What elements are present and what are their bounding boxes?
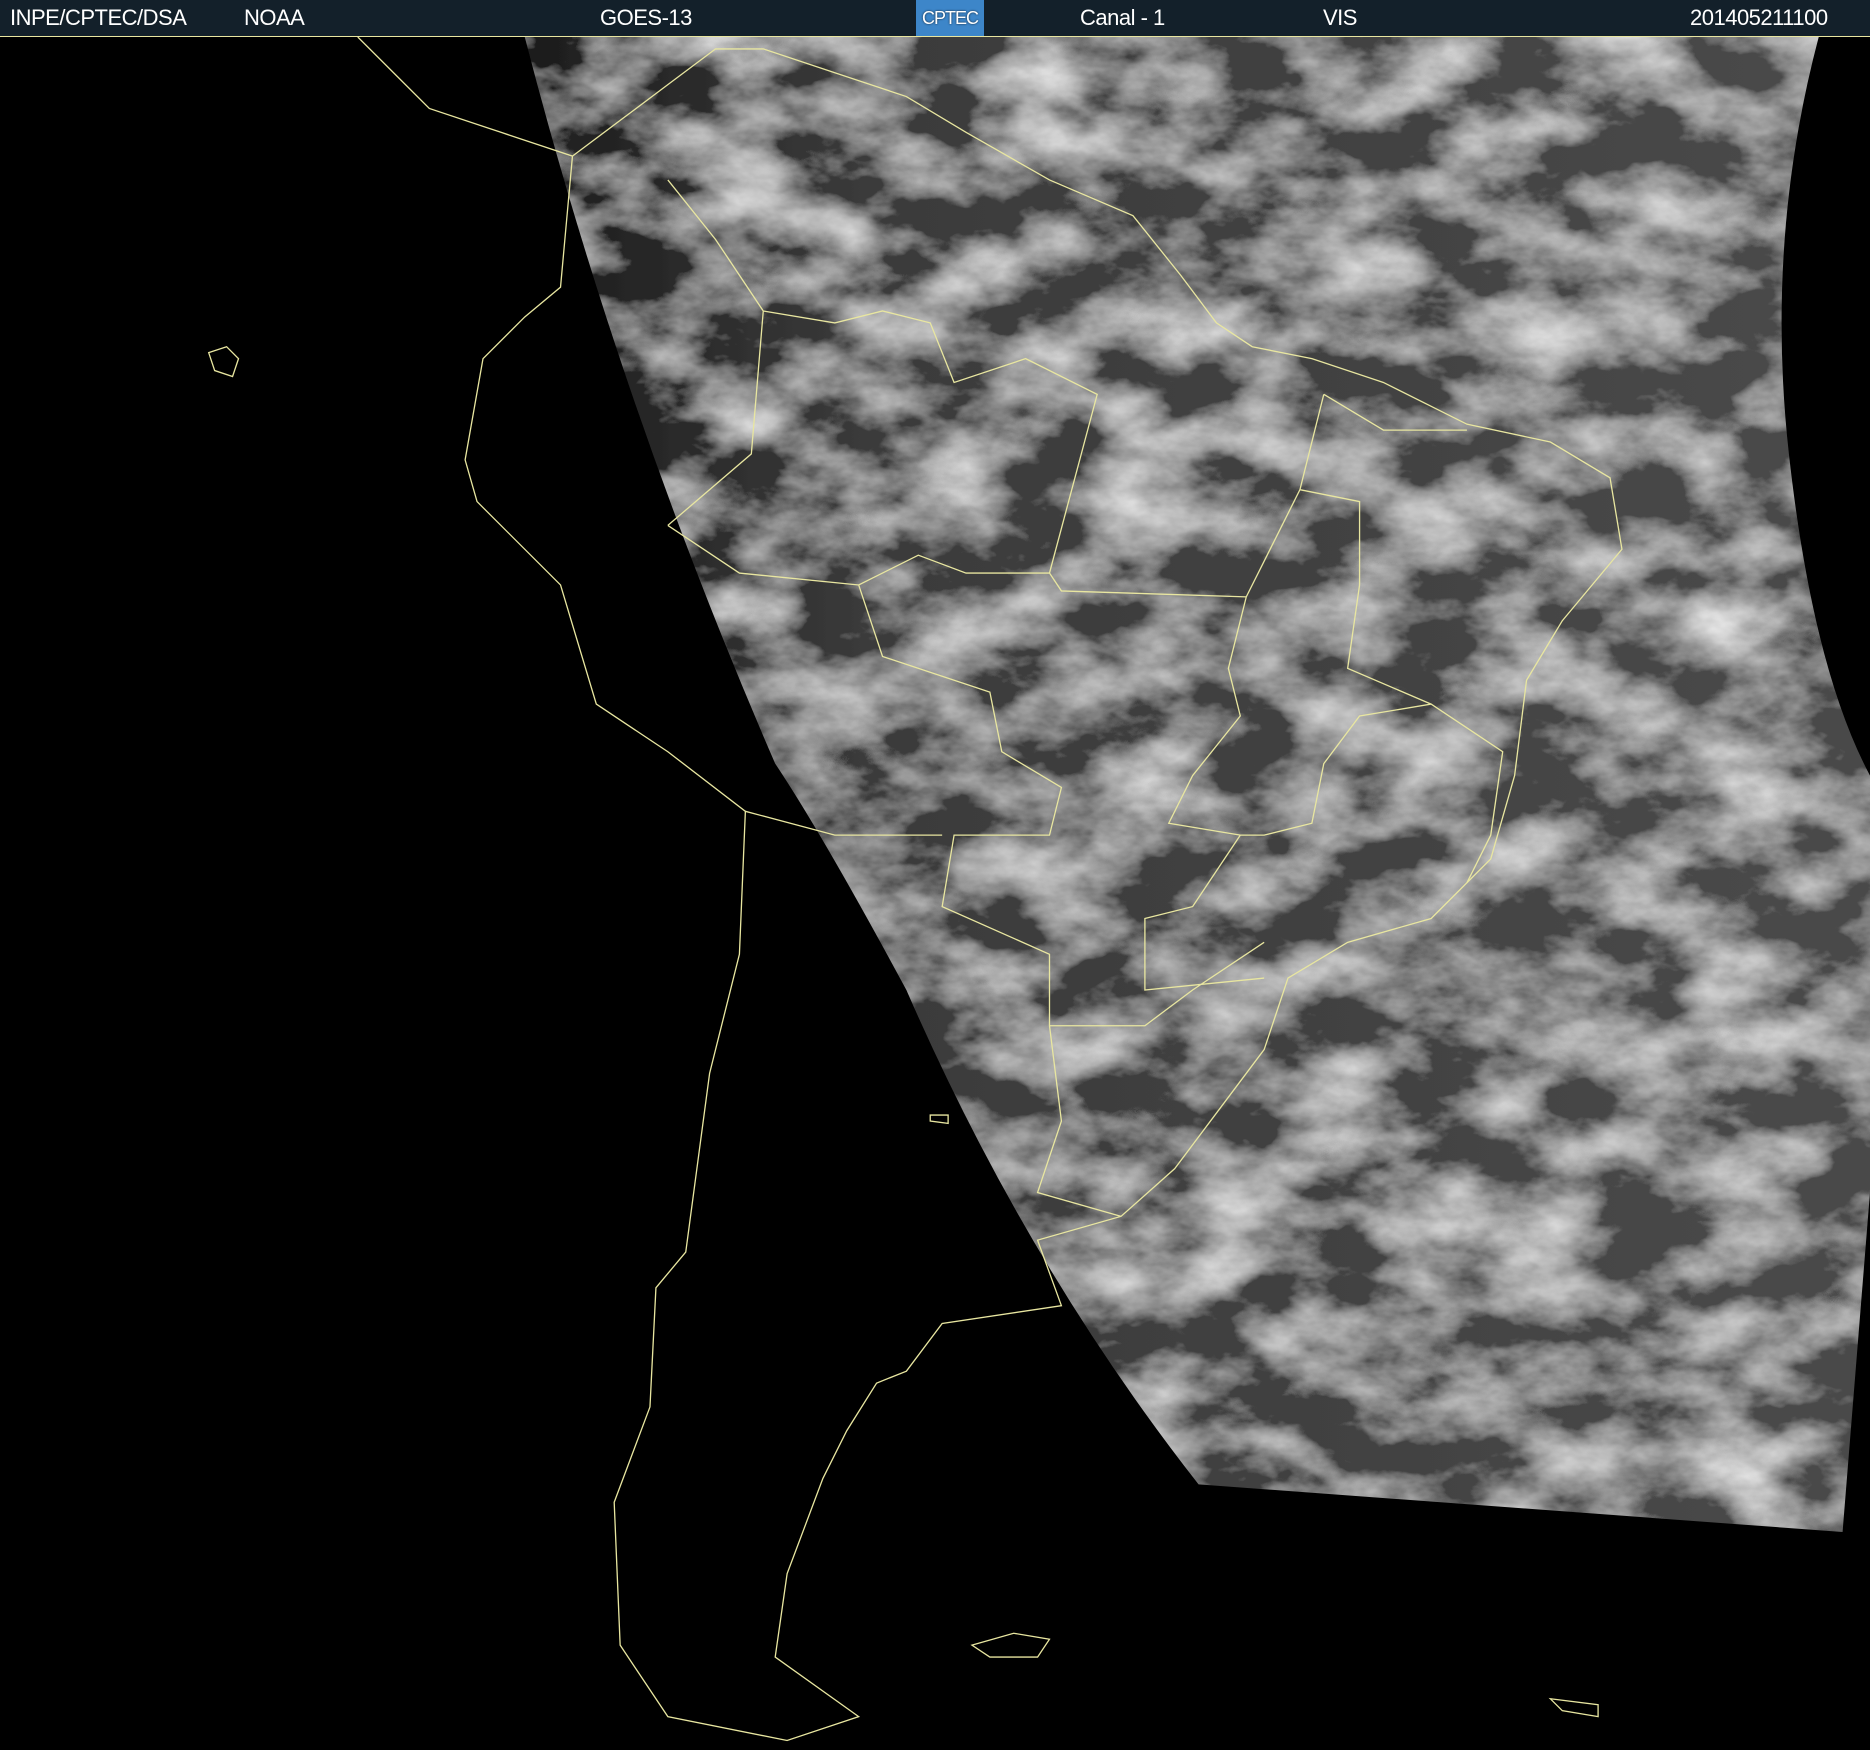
cptec-logo: CPTEC (916, 0, 984, 36)
timestamp-label: 201405211100 (1690, 5, 1828, 30)
header-bar: INPE/CPTEC/DSA NOAA GOES-13 CPTEC Canal … (0, 0, 1870, 37)
agency-label: NOAA (244, 5, 305, 30)
satellite-image (0, 37, 1870, 1750)
channel-label: Canal - 1 (1080, 5, 1165, 30)
institution-label: INPE/CPTEC/DSA (10, 5, 187, 30)
satellite-label: GOES-13 (600, 5, 692, 30)
band-label: VIS (1323, 5, 1357, 30)
